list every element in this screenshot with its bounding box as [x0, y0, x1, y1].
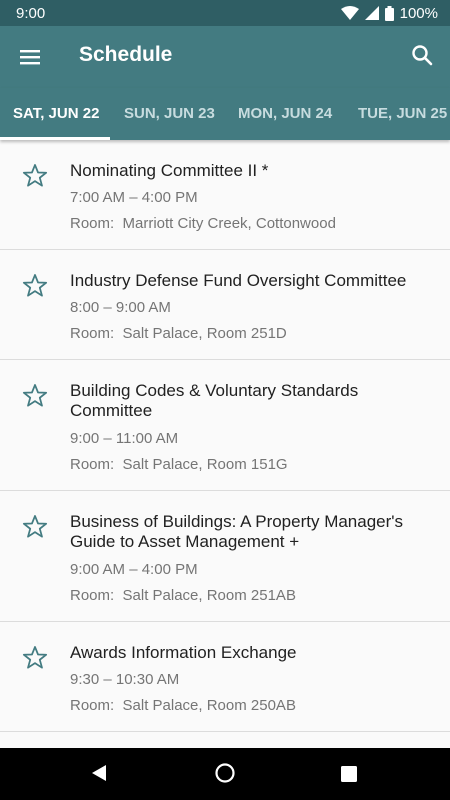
favorite-button[interactable] [21, 272, 49, 300]
session-item[interactable] [0, 732, 450, 748]
session-item[interactable]: Business of Buildings: A Property Manage… [0, 491, 450, 622]
session-title: Building Codes & Voluntary Standards Com… [70, 381, 359, 420]
status-bar: 9:00 100% [0, 0, 450, 26]
day-tabs: SAT, JUN 22 SUN, JUN 23 MON, JUN 24 TUE,… [0, 88, 450, 140]
menu-button[interactable] [18, 45, 44, 69]
star-outline-icon [22, 274, 48, 297]
battery-level: 100% [399, 4, 438, 22]
favorite-button[interactable] [21, 382, 49, 410]
tab-mon-jun-24[interactable]: MON, JUN 24 [238, 88, 332, 140]
favorite-button[interactable] [21, 162, 49, 190]
session-room: Room: Salt Palace, Room 151G [70, 456, 288, 473]
session-item[interactable]: Building Codes & Voluntary Standards Com… [0, 360, 450, 491]
status-time: 9:00 [16, 4, 46, 22]
favorite-button[interactable] [21, 644, 49, 672]
star-outline-icon [22, 646, 48, 669]
session-list[interactable]: Nominating Committee II * 7:00 AM – 4:00… [0, 140, 450, 748]
system-nav-bar [0, 748, 450, 800]
session-room: Room: Salt Palace, Room 251AB [70, 587, 296, 604]
session-room: Room: Marriott City Creek, Cottonwood [70, 215, 336, 232]
search-button[interactable] [410, 43, 436, 69]
menu-icon [20, 50, 40, 65]
back-icon [92, 765, 106, 781]
session-title: Business of Buildings: A Property Manage… [70, 512, 404, 551]
star-outline-icon [22, 384, 48, 407]
tab-sat-jun-22[interactable]: SAT, JUN 22 [13, 88, 99, 140]
tab-sun-jun-23[interactable]: SUN, JUN 23 [124, 88, 215, 140]
signal-icon [364, 6, 379, 20]
back-button[interactable] [89, 763, 109, 788]
tab-indicator [0, 137, 110, 140]
session-title: Nominating Committee II * [70, 161, 269, 180]
session-title: Industry Defense Fund Oversight Committe… [70, 271, 407, 290]
star-outline-icon [22, 515, 48, 538]
session-title: Awards Information Exchange [70, 643, 297, 662]
session-time: 9:30 – 10:30 AM [70, 671, 180, 688]
battery-icon [384, 5, 394, 21]
session-time: 9:00 AM – 4:00 PM [70, 561, 198, 578]
page-title: Schedule [79, 43, 173, 66]
session-item[interactable]: Awards Information Exchange 9:30 – 10:30… [0, 622, 450, 732]
session-time: 9:00 – 11:00 AM [70, 430, 179, 447]
session-time: 8:00 – 9:00 AM [70, 299, 171, 316]
status-icons: 100% [340, 4, 438, 22]
session-item[interactable]: Industry Defense Fund Oversight Committe… [0, 250, 450, 360]
recents-icon [341, 766, 357, 782]
recents-button[interactable] [340, 765, 358, 788]
tab-tue-jun-25[interactable]: TUE, JUN 25 [358, 88, 447, 140]
session-room: Room: Salt Palace, Room 250AB [70, 697, 296, 714]
session-time: 7:00 AM – 4:00 PM [70, 189, 198, 206]
session-item[interactable]: Nominating Committee II * 7:00 AM – 4:00… [0, 140, 450, 250]
session-room: Room: Salt Palace, Room 251D [70, 325, 287, 342]
star-outline-icon [22, 164, 48, 187]
home-button[interactable] [214, 762, 236, 789]
search-icon [412, 45, 433, 66]
app-bar: Schedule [0, 26, 450, 88]
home-icon [215, 763, 235, 783]
wifi-icon [340, 6, 359, 20]
favorite-button[interactable] [21, 513, 49, 541]
